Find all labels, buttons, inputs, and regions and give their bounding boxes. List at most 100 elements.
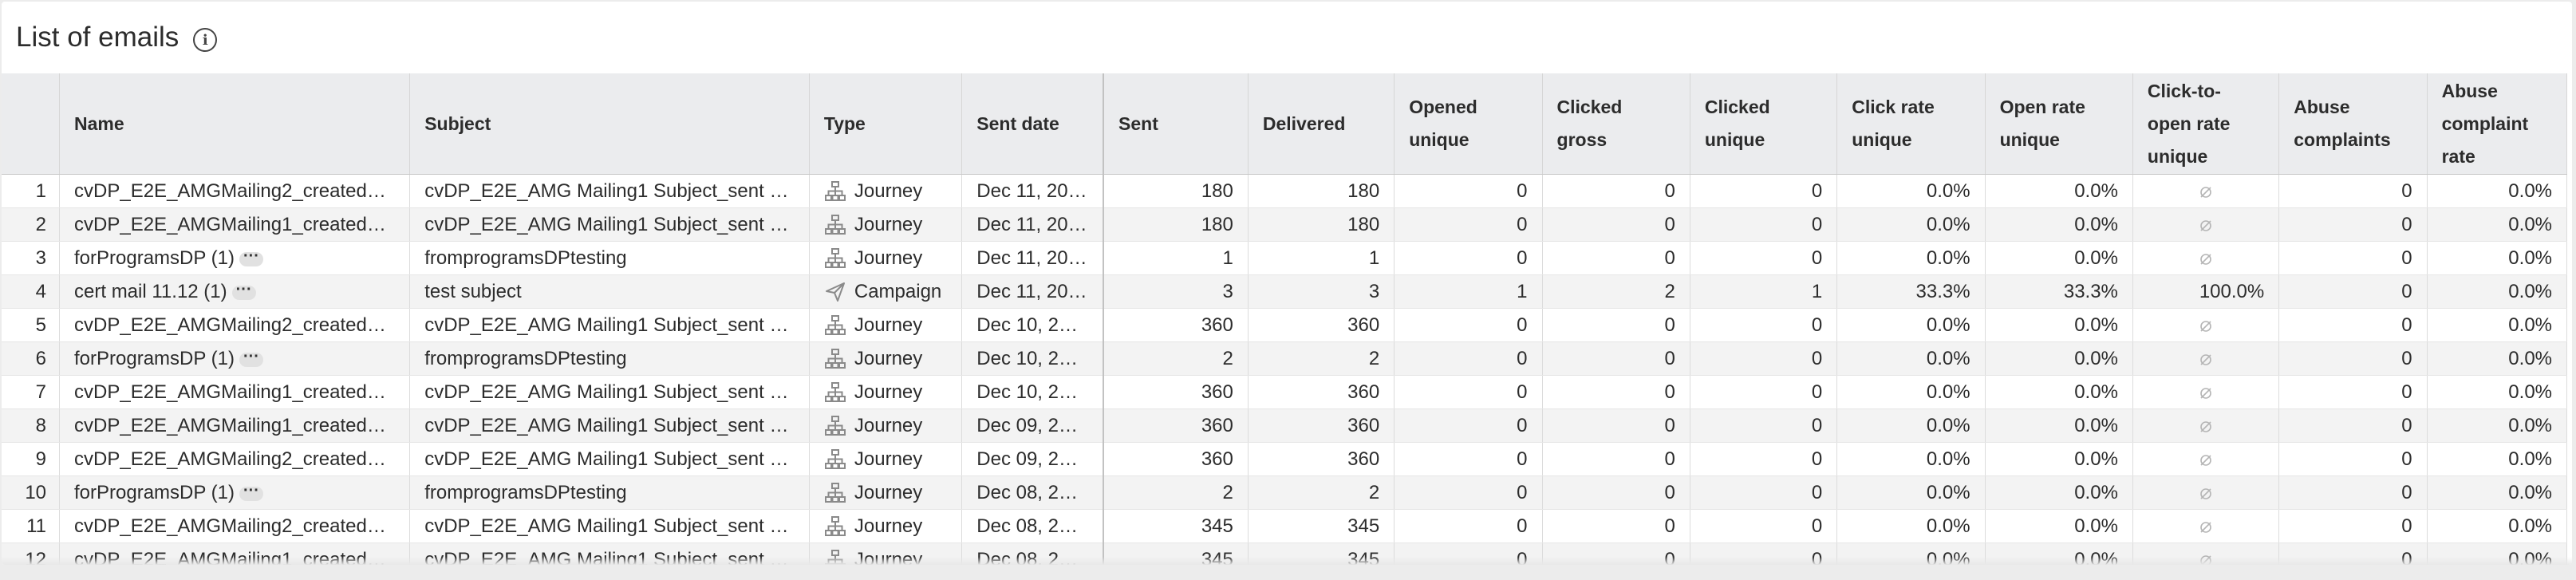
empty-value-icon [2200, 420, 2211, 432]
column-header-opened-unique[interactable]: Opened unique [1394, 73, 1543, 175]
cell-name[interactable]: cvDP_E2E_AMGMailing1_created202... [59, 375, 411, 409]
cell-subject: cvDP_E2E_AMG Mailing1 Subject_sent on ..… [409, 308, 810, 342]
cell-subject: cvDP_E2E_AMG Mailing1 Subject_sent on ..… [409, 408, 810, 443]
column-header-sent[interactable]: Sent [1103, 73, 1249, 175]
table-row[interactable]: 11 cvDP_E2E_AMGMailing2_created202... cvDP… [2, 509, 2568, 543]
column-header-clicked-unique[interactable]: Clicked unique [1690, 73, 1838, 175]
row-index: 9 [2, 442, 61, 476]
cell-abuse-complaints: 0 [2278, 509, 2428, 543]
table-row[interactable]: 10 forProgramsDP (1) ··· fromprogramsDPtest… [2, 475, 2568, 510]
column-header-ctor-unique[interactable]: Click-to-open rate unique [2132, 73, 2280, 175]
more-options-badge[interactable]: ··· [239, 349, 263, 367]
cell-sent: 360 [1103, 308, 1249, 342]
cell-type: Journey [809, 509, 963, 543]
email-name[interactable]: cvDP_E2E_AMGMailing1_created202... [74, 415, 409, 436]
email-name[interactable]: cvDP_E2E_AMGMailing2_created202... [74, 515, 409, 537]
info-icon[interactable]: i [193, 28, 218, 52]
column-header-name[interactable]: Name [59, 73, 411, 175]
cell-abuse-complaints: 0 [2278, 442, 2428, 476]
email-name[interactable]: cert mail 11.12 (1) [74, 281, 227, 302]
journey-tree-icon [824, 415, 846, 436]
cell-name[interactable]: cvDP_E2E_AMGMailing2_created202... [59, 174, 411, 208]
cell-sent: 3 [1103, 274, 1249, 309]
table-row[interactable]: 4 cert mail 11.12 (1) ··· test subject Campa… [2, 274, 2568, 309]
table-row[interactable]: 1 cvDP_E2E_AMGMailing2_created202... cvDP_… [2, 174, 2568, 208]
cell-type: Campaign [809, 274, 963, 309]
cell-name[interactable]: cvDP_E2E_AMGMailing2_created202... [59, 442, 411, 476]
cell-abuse-complaints: 0 [2278, 174, 2428, 208]
column-header-abuse-complaint-rate[interactable]: Abuse complaint rate [2427, 73, 2568, 175]
cell-ctor-unique [2132, 241, 2280, 275]
type-wrap: Journey [824, 208, 947, 241]
cell-sent: 2 [1103, 341, 1249, 376]
cell-delivered: 360 [1248, 408, 1395, 443]
cell-name[interactable]: cvDP_E2E_AMGMailing1_created202... [59, 408, 411, 443]
email-name[interactable]: cvDP_E2E_AMGMailing2_created202... [74, 180, 409, 202]
column-header-click-rate-unique[interactable]: Click rate unique [1836, 73, 1986, 175]
table-row[interactable]: 7 cvDP_E2E_AMGMailing1_created202... cvDP_… [2, 375, 2568, 409]
journey-tree-icon [824, 448, 846, 469]
more-options-badge[interactable]: ··· [239, 248, 263, 266]
cell-clicked-unique: 0 [1690, 442, 1838, 476]
column-header-subject[interactable]: Subject [409, 73, 810, 175]
table-row[interactable]: 6 forProgramsDP (1) ··· fromprogramsDPtesti… [2, 341, 2568, 376]
row-index: 10 [2, 475, 61, 510]
cell-sent-date: Dec 08, 2023 [961, 475, 1105, 510]
cell-click-rate-unique: 0.0% [1836, 341, 1986, 376]
cell-name[interactable]: cvDP_E2E_AMGMailing2_created202... [59, 308, 411, 342]
table-row[interactable]: 9 cvDP_E2E_AMGMailing2_created202... cvDP_… [2, 442, 2568, 476]
email-name[interactable]: cvDP_E2E_AMGMailing1_created202... [74, 381, 409, 403]
cell-abuse-complaint-rate: 0.0% [2427, 241, 2568, 275]
cell-sent-date: Dec 08, 2023 [961, 509, 1105, 543]
cell-sent: 345 [1103, 509, 1249, 543]
cell-sent-date: Dec 10, 2023 [961, 308, 1105, 342]
empty-value-icon [2200, 253, 2211, 265]
row-index: 6 [2, 341, 61, 376]
cell-sent-date: Dec 11, 2023 [961, 174, 1105, 208]
cell-name[interactable]: cvDP_E2E_AMGMailing2_created202... [59, 509, 411, 543]
cell-opened-unique: 0 [1394, 375, 1543, 409]
column-header-open-rate-unique[interactable]: Open rate unique [1985, 73, 2133, 175]
cell-clicked-gross: 0 [1542, 408, 1690, 443]
column-header-clicked-gross[interactable]: Clicked gross [1542, 73, 1690, 175]
cell-type: Journey [809, 241, 963, 275]
type-wrap: Journey [824, 342, 947, 375]
cell-abuse-complaints: 0 [2278, 375, 2428, 409]
cell-clicked-gross: 0 [1542, 341, 1690, 376]
cell-open-rate-unique: 0.0% [1985, 207, 2133, 242]
email-name[interactable]: cvDP_E2E_AMGMailing2_created202... [74, 314, 409, 336]
cell-name[interactable]: cvDP_E2E_AMGMailing1_created202... [59, 207, 411, 242]
cell-name[interactable]: cert mail 11.12 (1) ··· [59, 274, 411, 309]
column-header-delivered[interactable]: Delivered [1248, 73, 1395, 175]
cell-open-rate-unique: 0.0% [1985, 308, 2133, 342]
cell-sent: 360 [1103, 408, 1249, 443]
table-row[interactable]: 3 forProgramsDP (1) ··· fromprogramsDPtesti… [2, 241, 2568, 275]
table-row[interactable]: 8 cvDP_E2E_AMGMailing1_created202... cvDP_… [2, 408, 2568, 443]
type-label: Journey [854, 448, 923, 470]
type-wrap: Journey [824, 242, 947, 274]
email-name[interactable]: forProgramsDP (1) [74, 348, 235, 369]
cell-sent: 360 [1103, 442, 1249, 476]
type-wrap: Journey [824, 510, 947, 543]
email-name[interactable]: forProgramsDP (1) [74, 482, 235, 503]
table-row[interactable]: 2 cvDP_E2E_AMGMailing1_created202... cvDP_… [2, 207, 2568, 242]
email-name[interactable]: cvDP_E2E_AMGMailing1_created202... [74, 214, 409, 235]
table-row[interactable]: 5 cvDP_E2E_AMGMailing2_created202... cvDP_… [2, 308, 2568, 342]
cell-clicked-unique: 0 [1690, 375, 1838, 409]
cell-name[interactable]: forProgramsDP (1) ··· [59, 475, 411, 510]
column-header-sent-date[interactable]: Sent date [961, 73, 1105, 175]
more-options-badge[interactable]: ··· [231, 282, 256, 300]
email-name[interactable]: forProgramsDP (1) [74, 247, 235, 269]
cell-name[interactable]: forProgramsDP (1) ··· [59, 241, 411, 275]
cell-clicked-gross: 0 [1542, 174, 1690, 208]
cell-ctor-unique [2132, 375, 2280, 409]
cell-abuse-complaints: 0 [2278, 241, 2428, 275]
column-header-type[interactable]: Type [809, 73, 963, 175]
more-options-badge[interactable]: ··· [239, 483, 263, 501]
column-header-abuse-complaints[interactable]: Abuse complaints [2278, 73, 2428, 175]
cell-opened-unique: 1 [1394, 274, 1543, 309]
cell-name[interactable]: forProgramsDP (1) ··· [59, 341, 411, 376]
cell-clicked-unique: 1 [1690, 274, 1838, 309]
cell-click-rate-unique: 0.0% [1836, 509, 1986, 543]
email-name[interactable]: cvDP_E2E_AMGMailing2_created202... [74, 448, 409, 470]
